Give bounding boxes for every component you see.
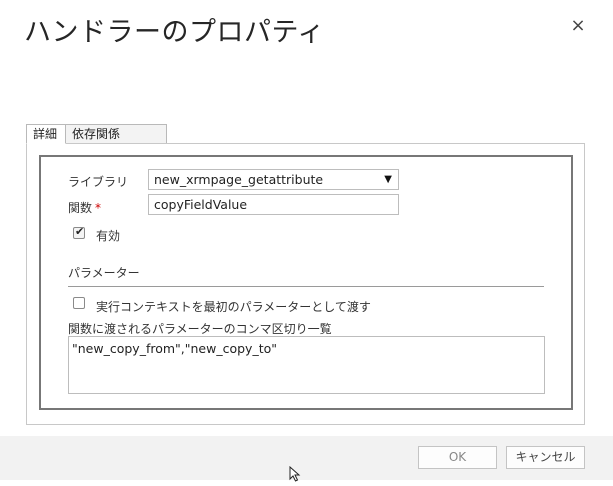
function-label-text: 関数	[68, 201, 93, 215]
cancel-button[interactable]: キャンセル	[506, 446, 585, 469]
parameters-header: パラメーター	[68, 266, 140, 280]
ok-button[interactable]: OK	[418, 446, 497, 469]
required-indicator: *	[95, 201, 102, 215]
dialog-title: ハンドラーのプロパティ	[24, 17, 325, 48]
library-label: ライブラリ	[68, 175, 129, 189]
function-label: 関数 *	[68, 199, 101, 216]
mouse-pointer-icon	[289, 465, 301, 486]
checkmark-icon: ✔	[75, 225, 85, 238]
library-select[interactable]: new_xrmpage_getattribute ▼	[148, 169, 399, 190]
enabled-label: 有効	[96, 229, 121, 243]
tab-dependencies[interactable]: 依存関係	[66, 124, 167, 144]
params-list-label: 関数に渡されるパラメーターのコンマ区切り一覧	[68, 322, 332, 336]
tab-details[interactable]: 詳細	[26, 124, 66, 144]
section-divider	[68, 286, 544, 287]
chevron-down-icon: ▼	[384, 174, 392, 185]
params-list-textarea[interactable]: "new_copy_from","new_copy_to"	[68, 336, 545, 394]
library-select-value: new_xrmpage_getattribute	[154, 172, 324, 187]
pass-context-label: 実行コンテキストを最初のパラメーターとして渡す	[96, 300, 371, 314]
enabled-checkbox[interactable]: ✔	[73, 225, 85, 239]
pass-context-checkbox[interactable]	[73, 297, 85, 309]
close-icon[interactable]: ×	[568, 16, 588, 36]
function-input[interactable]: copyFieldValue	[148, 194, 399, 215]
